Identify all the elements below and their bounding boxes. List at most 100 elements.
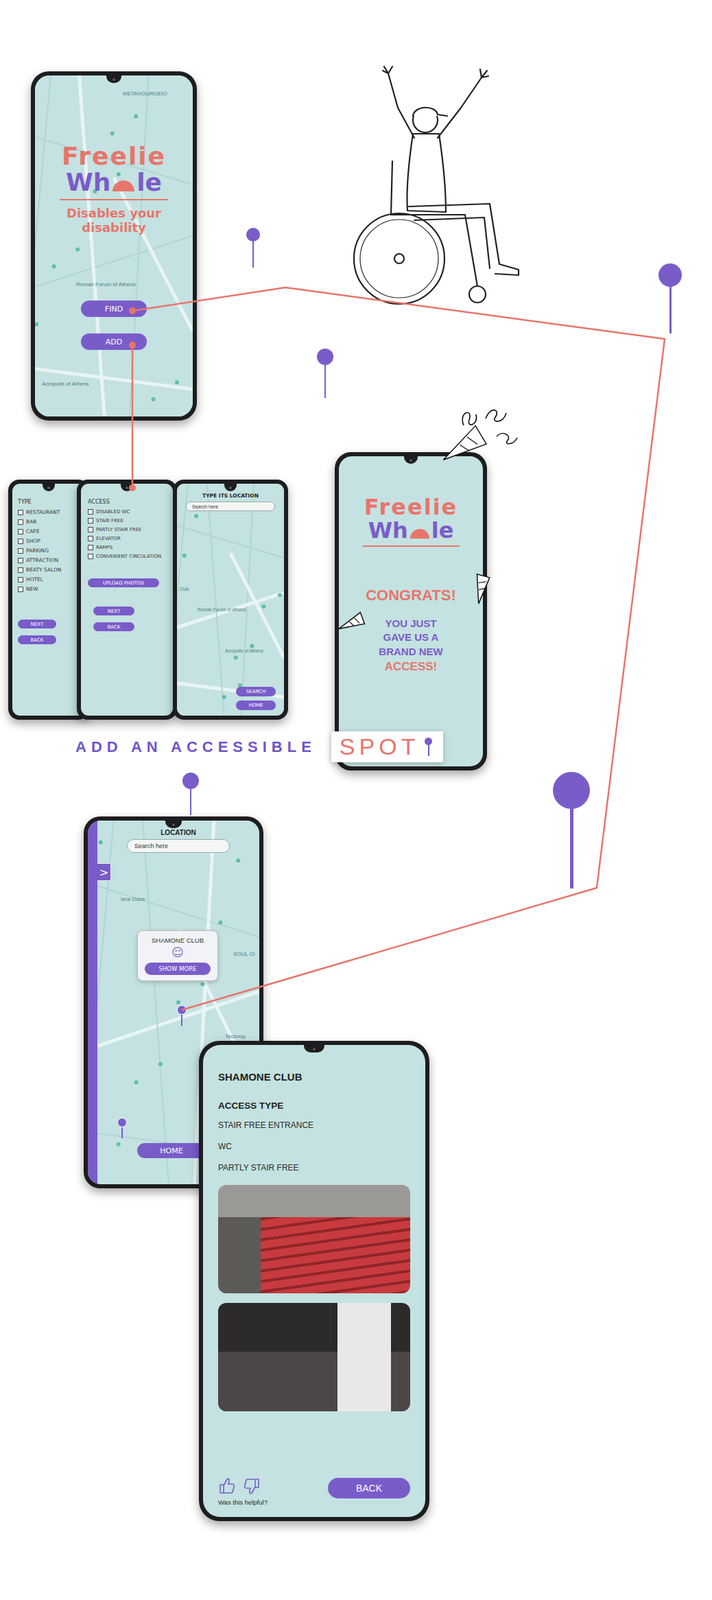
checkbox[interactable]: [17, 509, 24, 516]
option-row[interactable]: PARKING: [17, 547, 86, 554]
option-label: SHOP: [26, 537, 41, 544]
message-line: GAVE US A: [383, 630, 439, 645]
camera-icon: [112, 78, 116, 81]
side-toggle[interactable]: >: [97, 862, 112, 881]
canvas: Roman Forum of AthensAcropolis of Athens…: [0, 0, 712, 1600]
next-button[interactable]: NEXT: [17, 619, 57, 629]
congrats-phone: FreelieWhleCONGRATS!YOU JUSTGAVE US ABRA…: [334, 452, 488, 771]
option-row[interactable]: NEW: [17, 585, 86, 592]
camera-notch: [120, 483, 134, 492]
spot-badge: SPOT: [331, 731, 444, 763]
pin-stick: [121, 1126, 123, 1138]
option-list: DISABLED WC STAIR FREE PARTLY STAIR FREE EL…: [87, 508, 173, 560]
access-phone: ACCESSDISABLED WCSTAIR FREEPARTLY STAIR …: [76, 479, 177, 720]
photo: [218, 1302, 411, 1411]
wheelchair-user-illustration: [342, 65, 542, 316]
button-stack: SEARCH HOME: [235, 686, 284, 710]
camera-notch: [303, 1044, 325, 1053]
option-row[interactable]: ELEVATOR: [87, 535, 173, 542]
option-row[interactable]: CONVENIENT CIRCULATION: [87, 553, 173, 560]
option-label: NEW: [26, 585, 39, 592]
checkbox[interactable]: [17, 576, 24, 583]
back-button[interactable]: BACK: [17, 635, 57, 645]
checkbox[interactable]: [87, 544, 94, 551]
detail-phone: SHAMONE CLUBACCESS TYPESTAIR FREE ENTRAN…: [198, 1040, 430, 1521]
option-row[interactable]: RESTAURANT: [17, 508, 86, 516]
checkbox[interactable]: [17, 528, 24, 535]
map-pin-icon: [658, 263, 682, 334]
upload-photos-button[interactable]: UPLOAD PHOTOS: [87, 578, 160, 588]
checkbox[interactable]: [17, 567, 24, 573]
logo-word: Wh: [368, 519, 409, 542]
checkbox[interactable]: [87, 535, 94, 542]
option-row[interactable]: HOTEL: [17, 576, 86, 583]
option-row[interactable]: BEATY SALON: [17, 566, 86, 573]
option-label: ELEVATOR: [96, 535, 121, 542]
pin-stick: [428, 744, 430, 756]
streamer-icon: [458, 397, 520, 446]
photo: [218, 1184, 411, 1293]
checkbox[interactable]: [87, 526, 94, 533]
caption-text: ADD AN ACCESSIBLE: [75, 738, 317, 756]
option-label: BAR: [26, 518, 38, 525]
option-label: STAIR FREE: [96, 517, 124, 524]
back-button[interactable]: BACK: [93, 622, 135, 632]
checkbox[interactable]: [87, 553, 94, 560]
detail-phone-screen: SHAMONE CLUBACCESS TYPESTAIR FREE ENTRAN…: [203, 1044, 426, 1517]
search-field[interactable]: [126, 838, 230, 853]
checkbox[interactable]: [17, 557, 24, 564]
option-row[interactable]: CAFE: [17, 528, 86, 535]
back-button[interactable]: BACK: [327, 1477, 411, 1499]
caption: ADD AN ACCESSIBLE SPOT: [75, 731, 444, 763]
option-row[interactable]: BAR: [17, 518, 86, 525]
add-button[interactable]: ADD: [80, 333, 147, 350]
option-row[interactable]: ATTRACTION: [17, 556, 86, 564]
pin-head: [658, 263, 682, 287]
checkbox[interactable]: [17, 548, 24, 554]
map-pin-icon: [552, 771, 590, 889]
option-row[interactable]: DISABLED WC: [87, 508, 173, 515]
logo-word: Wh: [65, 170, 111, 195]
feedback: Was this helpful?: [218, 1476, 268, 1506]
logo: FreelieWhle: [59, 144, 169, 201]
search-button[interactable]: SEARCH: [235, 686, 276, 697]
location-input-phone-screen: Roman Forum of AthensAcropolis of Athens…: [176, 483, 284, 716]
find-button[interactable]: FIND: [80, 300, 147, 317]
show-more-button[interactable]: SHOW MORE: [144, 962, 211, 975]
type-phone-screen: TYPERESTAURANTBARCAFESHOPPARKINGATTRACTI…: [12, 483, 86, 716]
place-popup[interactable]: SHAMONE CLUB☺SHOW MORE: [137, 930, 219, 981]
logo-word: le: [136, 170, 162, 195]
option-row[interactable]: RAMPS: [87, 544, 173, 551]
camera-icon: [125, 486, 129, 490]
option-row[interactable]: STAIR FREE: [87, 517, 173, 524]
map-pin-icon: [182, 772, 199, 815]
option-label: ATTRACTION: [26, 556, 59, 564]
option-label: RAMPS: [96, 544, 113, 551]
home-button[interactable]: HOME: [235, 700, 276, 710]
option-row[interactable]: PARTLY STAIR FREE: [87, 526, 173, 533]
pin-stick: [252, 240, 254, 268]
checkbox[interactable]: [17, 538, 24, 544]
location-input-content: TYPE ITS LOCATIONSEARCHHOME: [176, 483, 284, 716]
checkbox[interactable]: [17, 519, 24, 525]
thumbs-down-icon[interactable]: [242, 1476, 261, 1496]
option-list: RESTAURANT BAR CAFE SHOP PARKING ATTRACTION BE…: [17, 508, 86, 592]
logo-underline: [362, 545, 460, 547]
congrats-content: FreelieWhleCONGRATS!YOU JUSTGAVE US ABRA…: [338, 456, 483, 674]
checkbox[interactable]: [87, 517, 94, 524]
map: [176, 483, 284, 716]
screen-title: LOCATION: [160, 828, 196, 837]
option-label: CAFE: [26, 528, 40, 535]
option-label: BEATY SALON: [26, 566, 62, 573]
logo-row: Whle: [368, 519, 455, 542]
home-phone: Roman Forum of AthensAcropolis of Athens…: [30, 71, 197, 421]
home-button[interactable]: HOME: [137, 1142, 206, 1158]
checkbox[interactable]: [87, 508, 94, 515]
option-row[interactable]: SHOP: [17, 537, 86, 544]
map-label: Club: [179, 586, 189, 592]
thumbs-up-icon[interactable]: [218, 1476, 236, 1496]
search-field[interactable]: [185, 501, 276, 512]
checkbox[interactable]: [17, 586, 24, 592]
next-button[interactable]: NEXT: [93, 606, 135, 616]
spot-text: SPOT: [339, 733, 420, 760]
